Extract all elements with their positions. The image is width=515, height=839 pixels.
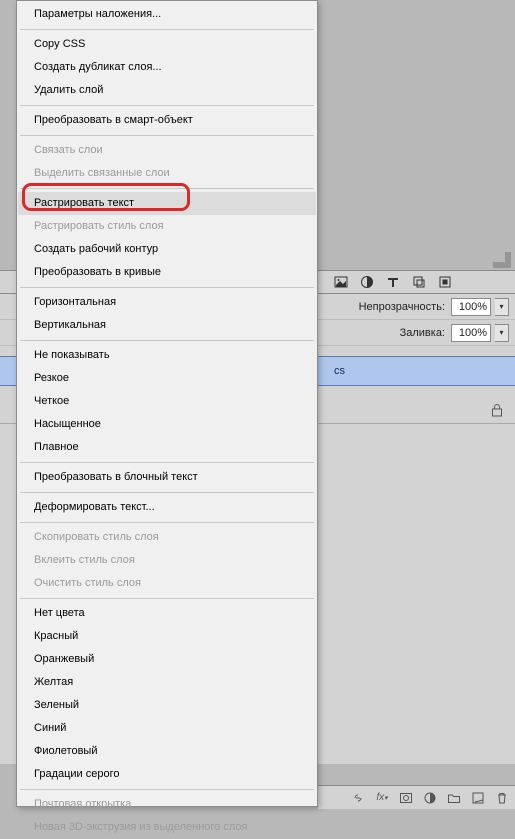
menu-separator xyxy=(20,462,314,463)
menu-item[interactable]: Преобразовать в блочный текст xyxy=(18,466,316,489)
menu-item[interactable]: Градации серого xyxy=(18,763,316,786)
fill-dropdown[interactable]: ▾ xyxy=(495,324,509,342)
menu-separator xyxy=(20,188,314,189)
menu-item: Связать слои xyxy=(18,139,316,162)
menu-item[interactable]: Параметры наложения... xyxy=(18,3,316,26)
menu-item: Растрировать стиль слоя xyxy=(18,215,316,238)
new-layer-icon[interactable] xyxy=(471,791,485,805)
menu-item[interactable]: Красный xyxy=(18,625,316,648)
link-icon[interactable] xyxy=(351,791,365,805)
opacity-label: Непрозрачность: xyxy=(359,301,445,313)
opacity-dropdown[interactable]: ▾ xyxy=(495,298,509,316)
menu-separator xyxy=(20,135,314,136)
opacity-input[interactable]: 100% xyxy=(451,298,491,316)
fill-label: Заливка: xyxy=(400,327,445,339)
type-icon[interactable] xyxy=(386,275,400,289)
menu-item[interactable]: Удалить слой xyxy=(18,79,316,102)
menu-item[interactable]: Преобразовать в смарт-объект xyxy=(18,109,316,132)
image-icon[interactable] xyxy=(334,275,348,289)
menu-separator xyxy=(20,789,314,790)
menu-item[interactable]: Фиолетовый xyxy=(18,740,316,763)
menu-separator xyxy=(20,105,314,106)
menu-item[interactable]: Плавное xyxy=(18,436,316,459)
menu-item: Вклеить стиль слоя xyxy=(18,549,316,572)
menu-item[interactable]: Не показывать xyxy=(18,344,316,367)
menu-item[interactable]: Желтая xyxy=(18,671,316,694)
menu-separator xyxy=(20,598,314,599)
fill-input[interactable]: 100% xyxy=(451,324,491,342)
trash-icon[interactable] xyxy=(495,791,509,805)
menu-item[interactable]: Растрировать текст xyxy=(18,192,316,215)
menu-separator xyxy=(20,29,314,30)
adjust-icon[interactable] xyxy=(360,275,374,289)
menu-separator xyxy=(20,340,314,341)
menu-item[interactable]: Создать рабочий контур xyxy=(18,238,316,261)
menu-item[interactable]: Нет цвета xyxy=(18,602,316,625)
menu-item: Выделить связанные слои xyxy=(18,162,316,185)
fx-icon[interactable]: fx▾ xyxy=(375,791,389,805)
menu-item[interactable]: Copy CSS xyxy=(18,33,316,56)
menu-item[interactable]: Горизонтальная xyxy=(18,291,316,314)
layer-context-menu: Параметры наложения... Copy CSSСоздать ду… xyxy=(16,0,318,807)
layer-name-fragment: cs xyxy=(334,365,345,377)
adjustment-icon[interactable] xyxy=(423,791,437,805)
mask-icon[interactable] xyxy=(399,791,413,805)
menu-item[interactable]: Преобразовать в кривые xyxy=(18,261,316,284)
menu-separator xyxy=(20,287,314,288)
menu-item: Почтовая открытка xyxy=(18,793,316,816)
smart-icon[interactable] xyxy=(438,275,452,289)
menu-item[interactable]: Зеленый xyxy=(18,694,316,717)
menu-item: Новая 3D-экструзия из выделенного слоя xyxy=(18,816,316,839)
menu-item[interactable]: Резкое xyxy=(18,367,316,390)
layers-bottom-bar: fx▾ xyxy=(318,785,515,809)
lock-icon[interactable] xyxy=(491,403,503,417)
menu-item: Очистить стиль слоя xyxy=(18,572,316,595)
menu-item[interactable]: Создать дубликат слоя... xyxy=(18,56,316,79)
folder-icon[interactable] xyxy=(447,791,461,805)
menu-item[interactable]: Деформировать текст... xyxy=(18,496,316,519)
menu-item: Скопировать стиль слоя xyxy=(18,526,316,549)
shape-icon[interactable] xyxy=(412,275,426,289)
menu-separator xyxy=(20,522,314,523)
menu-item[interactable]: Оранжевый xyxy=(18,648,316,671)
menu-item[interactable]: Четкое xyxy=(18,390,316,413)
menu-item[interactable]: Синий xyxy=(18,717,316,740)
menu-item[interactable]: Насыщенное xyxy=(18,413,316,436)
menu-separator xyxy=(20,492,314,493)
menu-item[interactable]: Вертикальная xyxy=(18,314,316,337)
